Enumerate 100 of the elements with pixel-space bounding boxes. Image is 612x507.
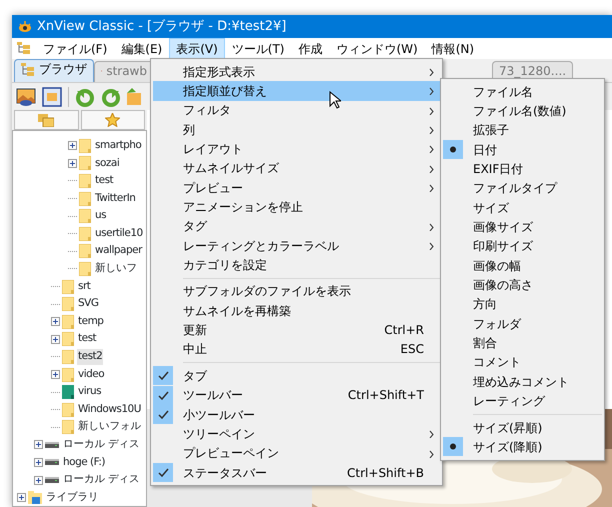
menu-item[interactable]: 方向 [443, 294, 602, 314]
menu-item[interactable]: プレビューペイン [153, 444, 440, 463]
tree-item[interactable]: Windows10U [77, 402, 142, 418]
folders-icon [38, 114, 54, 126]
image-folder-icon[interactable] [127, 86, 141, 106]
menu-item[interactable]: カテゴリを設定 [153, 255, 440, 275]
menu-item[interactable]: サイズ(降順) [443, 437, 602, 457]
menu-bar-item[interactable]: ウィンドウ(W) [330, 38, 425, 60]
folder-icon [62, 368, 74, 382]
folder-icon [79, 262, 91, 276]
menu-bar-item[interactable]: ツール(T) [224, 38, 292, 60]
menu-item[interactable]: 画像の高さ [443, 275, 602, 295]
menu-item[interactable]: ステータスバー Ctrl+Shift+B [153, 462, 440, 482]
tree-item[interactable]: hoge (F:) [62, 454, 106, 470]
fullscreen-icon[interactable] [42, 86, 62, 106]
menu-item[interactable]: 印刷サイズ [443, 236, 602, 256]
drive-icon [45, 442, 59, 448]
menu-item[interactable]: ファイル名 [443, 82, 602, 102]
favorites-tab[interactable] [80, 110, 145, 130]
menu-item[interactable]: アニメーションを停止 [153, 197, 440, 217]
tree-item[interactable]: TwitterIn [94, 190, 136, 206]
folder-icon [62, 332, 74, 346]
tree-item[interactable]: smartpho [94, 138, 142, 154]
folder-icon [79, 226, 91, 241]
shortcut-text: Ctrl+Shift+B [347, 464, 424, 482]
menu-item[interactable]: ファイルタイプ [443, 178, 602, 198]
menu-item[interactable]: プレビュー [153, 178, 440, 198]
folder-tree-icon [21, 63, 35, 76]
menu-item[interactable]: 更新 Ctrl+R [153, 320, 440, 340]
menu-bar-item[interactable]: ファイル(F) [36, 38, 114, 60]
image-view-icon[interactable] [16, 86, 36, 106]
menu-item[interactable]: ファイル名(数値) [443, 101, 602, 121]
menu-bar-item[interactable]: 表示(V) [169, 38, 225, 60]
folder-tree-icon[interactable] [17, 42, 32, 55]
menu-item[interactable]: 埋め込みコメント [443, 372, 602, 392]
menu-bar-item[interactable]: 情報(N) [424, 38, 482, 60]
menu-item[interactable]: サイズ(昇順) [443, 418, 602, 438]
tree-item[interactable]: us [94, 208, 108, 224]
menu-item[interactable]: レーティングとカラーラベル [153, 236, 440, 256]
folder-icon [79, 138, 91, 153]
shortcut-text: ESC [400, 341, 424, 358]
shortcut-text: Ctrl+R [384, 322, 424, 340]
menu-item[interactable]: 小ツールバー [153, 404, 440, 424]
tree-item[interactable]: virus [77, 384, 102, 400]
menu-item[interactable]: コメント [443, 352, 602, 372]
rotate-right-icon[interactable] [101, 86, 121, 106]
library-icon [28, 490, 42, 505]
folder-icon [79, 174, 91, 188]
window-title: XnView Classic - [ブラウザ - D:¥test2¥] [37, 18, 286, 36]
menu-item[interactable]: フィルタ [153, 100, 440, 120]
menu-item[interactable]: サムネイルを再構築 [153, 301, 440, 320]
drive-icon [45, 459, 59, 466]
tree-item[interactable]: SVG [77, 296, 100, 312]
tree-item[interactable]: 新しいフォル [77, 419, 142, 436]
rotate-left-icon[interactable] [75, 86, 95, 106]
menu-item[interactable]: タグ [153, 216, 440, 236]
tree-item[interactable]: ローカル ディス [62, 472, 140, 488]
folder-icon [79, 156, 91, 170]
menu-bar-item[interactable]: 作成 [292, 38, 330, 60]
menu-item[interactable]: 指定形式表示 [153, 62, 440, 82]
folder-icon [62, 314, 74, 329]
menu-item[interactable]: ツリーペイン [153, 424, 440, 444]
tree-item[interactable]: test2 [77, 349, 104, 365]
tree-item[interactable]: ローカル ディス [62, 437, 140, 453]
menu-item[interactable]: レイアウト [153, 139, 440, 159]
tree-item[interactable]: wallpaper [94, 243, 143, 260]
tree-item[interactable]: sozai [94, 156, 120, 172]
menu-item[interactable]: EXIF日付 [443, 159, 602, 179]
menu-item[interactable]: 指定順並び替え [153, 81, 440, 101]
menu-item[interactable]: タブ [153, 366, 440, 386]
menu-item[interactable]: 日付 [443, 140, 602, 160]
tree-item[interactable]: test [77, 331, 98, 348]
tree-item[interactable]: srt [77, 278, 92, 294]
folder-icon [79, 192, 91, 206]
tree-item[interactable]: test [94, 173, 114, 189]
tree-item[interactable]: ライブラリ [45, 490, 100, 506]
tab[interactable]: ブラウザ [14, 59, 94, 82]
menu-item[interactable]: 列 [153, 120, 440, 140]
folder-icon [62, 280, 74, 294]
menu-item[interactable]: サイズ [443, 198, 602, 218]
menu-item[interactable]: 画像の幅 [443, 256, 602, 276]
menu-item[interactable]: ツールバー Ctrl+Shift+T [153, 386, 440, 405]
menu-item[interactable]: レーティング [443, 392, 602, 411]
menu-item[interactable]: サブフォルダのファイルを表示 [153, 282, 440, 302]
menu-item[interactable]: 中止 ESC [153, 340, 440, 360]
app-icon [18, 20, 32, 32]
tree-item[interactable]: 新しいフ [94, 261, 138, 277]
folder-icon [62, 350, 74, 364]
tree-item[interactable]: usertile10 [94, 226, 144, 242]
folder-icon [62, 420, 74, 434]
menu-item[interactable]: 割合 [443, 333, 602, 353]
menu-bar-item[interactable]: 編集(E) [114, 38, 170, 60]
star-icon [105, 113, 120, 127]
menu-item[interactable]: 拡張子 [443, 120, 602, 140]
menu-item[interactable]: 画像サイズ [443, 217, 602, 237]
menu-item[interactable]: サムネイルサイズ [153, 158, 440, 178]
tree-item[interactable]: temp [77, 314, 104, 330]
drive-icon [45, 477, 59, 484]
menu-item[interactable]: フォルダ [443, 314, 602, 334]
tree-item[interactable]: video [77, 366, 106, 382]
